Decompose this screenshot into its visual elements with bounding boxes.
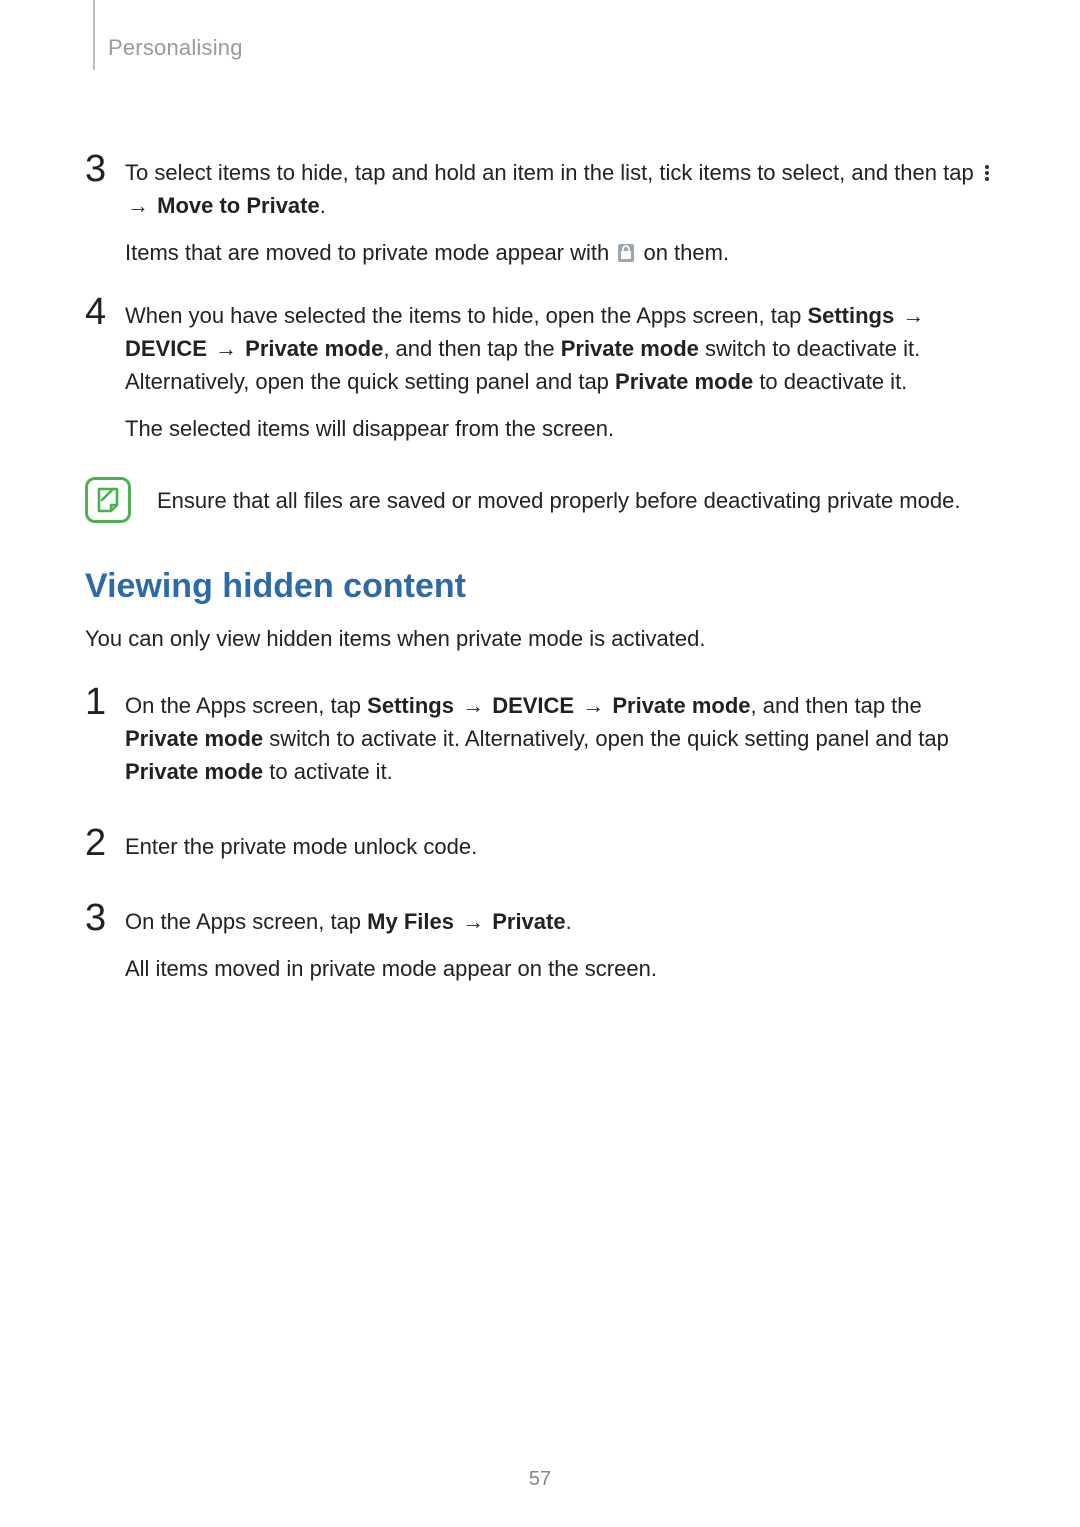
header-divider [93, 0, 95, 70]
text: To select items to hide, tap and hold an… [125, 160, 980, 185]
text: . [320, 193, 326, 218]
viewing-step-1: 1 On the Apps screen, tap Settings → DEV… [85, 683, 995, 802]
step-3-para-1: To select items to hide, tap and hold an… [125, 156, 995, 222]
viewing-step-3-para-1: On the Apps screen, tap My Files → Priva… [125, 905, 995, 938]
text: . [566, 909, 572, 934]
private-mode-label: Private mode [612, 693, 750, 718]
step-4-para-1: When you have selected the items to hide… [125, 299, 995, 398]
step-4: 4 When you have selected the items to hi… [85, 293, 995, 459]
step-body: On the Apps screen, tap My Files → Priva… [125, 899, 995, 999]
section-intro: You can only view hidden items when priv… [85, 622, 995, 655]
private-lock-icon [617, 243, 635, 263]
settings-label: Settings [807, 303, 894, 328]
text: , and then tap the [751, 693, 922, 718]
note-text: Ensure that all files are saved or moved… [157, 484, 960, 517]
text: , and then tap the [383, 336, 560, 361]
text: to activate it. [263, 759, 393, 784]
text: → [207, 336, 245, 361]
viewing-step-2-para: Enter the private mode unlock code. [125, 830, 995, 863]
more-options-icon [983, 164, 991, 182]
viewing-step-1-para: On the Apps screen, tap Settings → DEVIC… [125, 689, 995, 788]
private-mode-label: Private mode [561, 336, 699, 361]
move-to-private-label: Move to Private [157, 193, 320, 218]
step-3: 3 To select items to hide, tap and hold … [85, 150, 995, 283]
text: On the Apps screen, tap [125, 693, 367, 718]
private-mode-label: Private mode [125, 726, 263, 751]
viewing-step-3-para-2: All items moved in private mode appear o… [125, 952, 995, 985]
text: → [894, 303, 926, 328]
text: → [574, 693, 612, 718]
device-label: DEVICE [492, 693, 574, 718]
private-mode-label: Private mode [245, 336, 383, 361]
note-icon [85, 477, 131, 523]
private-mode-label: Private mode [615, 369, 753, 394]
page-content: 3 To select items to hide, tap and hold … [85, 150, 995, 999]
text: switch to activate it. Alternatively, op… [263, 726, 949, 751]
private-label: Private [492, 909, 565, 934]
step-body: To select items to hide, tap and hold an… [125, 150, 995, 283]
text: → [454, 909, 492, 934]
text: When you have selected the items to hide… [125, 303, 807, 328]
step-4-para-2: The selected items will disappear from t… [125, 412, 995, 445]
section-heading-viewing: Viewing hidden content [85, 567, 995, 606]
text: Items that are moved to private mode app… [125, 240, 615, 265]
viewing-steps: 1 On the Apps screen, tap Settings → DEV… [85, 683, 995, 999]
settings-label: Settings [367, 693, 454, 718]
text: on them. [637, 240, 729, 265]
viewing-step-2: 2 Enter the private mode unlock code. [85, 824, 995, 877]
step-3-para-2: Items that are moved to private mode app… [125, 236, 995, 269]
viewing-step-3: 3 On the Apps screen, tap My Files → Pri… [85, 899, 995, 999]
text: On the Apps screen, tap [125, 909, 367, 934]
step-body: On the Apps screen, tap Settings → DEVIC… [125, 683, 995, 802]
step-number: 3 [85, 150, 125, 188]
my-files-label: My Files [367, 909, 454, 934]
page-number: 57 [0, 1468, 1080, 1491]
text: → [454, 693, 492, 718]
step-number: 4 [85, 293, 125, 331]
step-number: 1 [85, 683, 125, 721]
section-header: Personalising [108, 35, 243, 61]
note-callout: Ensure that all files are saved or moved… [85, 477, 995, 523]
step-body: Enter the private mode unlock code. [125, 824, 995, 877]
text: to deactivate it. [753, 369, 907, 394]
document-page: Personalising 3 To select items to hide,… [0, 0, 1080, 1527]
device-label: DEVICE [125, 336, 207, 361]
step-body: When you have selected the items to hide… [125, 293, 995, 459]
text: → [125, 193, 157, 218]
private-mode-label: Private mode [125, 759, 263, 784]
step-number: 3 [85, 899, 125, 937]
step-number: 2 [85, 824, 125, 862]
